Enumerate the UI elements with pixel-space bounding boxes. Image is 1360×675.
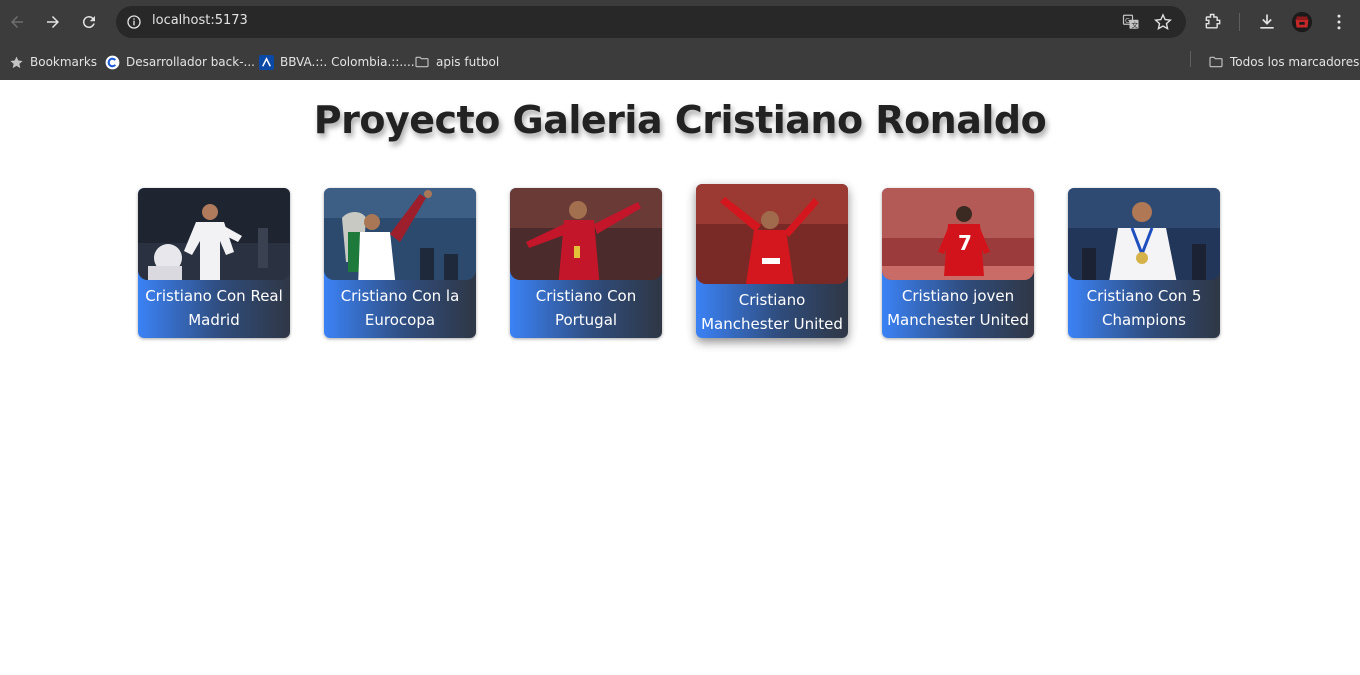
bookmark-star-icon[interactable] [1153,12,1173,32]
menu-kebab-icon[interactable] [1327,10,1351,34]
all-bookmarks-label: Todos los marcadores [1230,55,1360,69]
bookmark-label: apis futbol [436,55,500,69]
extensions-icon[interactable] [1201,10,1225,34]
forward-button[interactable] [40,9,66,35]
card-photo [324,188,476,280]
page-title: Proyecto Galeria Cristiano Ronaldo [313,98,1047,142]
profile-avatar-icon[interactable] [1290,10,1314,34]
reload-button[interactable] [76,9,102,35]
all-bookmarks-folder[interactable]: Todos los marcadores [1208,51,1359,73]
card-photo [1068,188,1220,280]
bookmark-label: BBVA.::. Colombia.::.... [280,55,415,69]
reload-icon [82,16,95,29]
page-content: Proyecto Galeria Cristiano Ronaldo Crist… [0,80,1360,675]
card-caption: Cristiano Con Portugal [535,287,637,329]
card-photo [510,188,662,280]
url-text[interactable]: localhost:5173 [152,13,248,28]
gallery-card[interactable]: Cristiano Manchester United [696,184,848,338]
bbva-logo-icon [258,54,274,70]
card-photo: 7 [882,188,1034,280]
svg-text:文: 文 [1131,20,1138,29]
back-button[interactable] [4,9,30,35]
bookmark-item-desarrollador[interactable]: Desarrollador back-... [104,51,255,73]
card-caption: Cristiano joven Manchester United [887,287,1029,329]
svg-text:G: G [1125,17,1130,25]
card-caption: Cristiano Manchester United [701,291,843,333]
download-icon[interactable] [1255,10,1279,34]
gallery-card[interactable]: 7 Cristiano joven Manchester United [882,188,1034,338]
card-photo [696,184,848,284]
gallery-card[interactable]: Cristiano Con 5 Champions [1068,188,1220,338]
card-photo [138,188,290,280]
card-caption: Cristiano Con Real Madrid [145,287,283,329]
arrow-right-icon [47,16,59,28]
gallery-card[interactable]: Cristiano Con la Eurocopa [324,188,476,338]
site-info-icon[interactable] [122,10,146,34]
bookmark-item-bookmarks[interactable]: Bookmarks [8,51,97,73]
browser-toolbar: localhost:5173 G文 [0,0,1360,44]
gallery-card[interactable]: Cristiano Con Real Madrid [138,188,290,338]
bookmark-folder-apis-futbol[interactable]: apis futbol [414,51,499,73]
bookmark-label: Bookmarks [30,55,98,69]
address-bar[interactable]: localhost:5173 G文 [116,6,1186,38]
c-logo-icon [104,54,120,70]
arrow-left-icon [11,16,23,28]
translate-icon[interactable]: G文 [1121,12,1141,32]
folder-icon [1208,54,1224,70]
gallery-card[interactable]: Cristiano Con Portugal [510,188,662,338]
svg-text:7: 7 [958,231,972,255]
bookmark-label: Desarrollador back-... [126,55,255,69]
bookmarks-bar: Bookmarks Desarrollador back-... BBVA.::… [0,44,1360,80]
bookmarks-divider [1190,51,1191,67]
card-caption: Cristiano Con 5 Champions [1086,287,1202,329]
folder-icon [414,54,430,70]
star-icon [8,54,24,70]
bookmark-item-bbva[interactable]: BBVA.::. Colombia.::.... [258,51,415,73]
toolbar-divider [1239,13,1240,31]
card-caption: Cristiano Con la Eurocopa [340,287,460,329]
